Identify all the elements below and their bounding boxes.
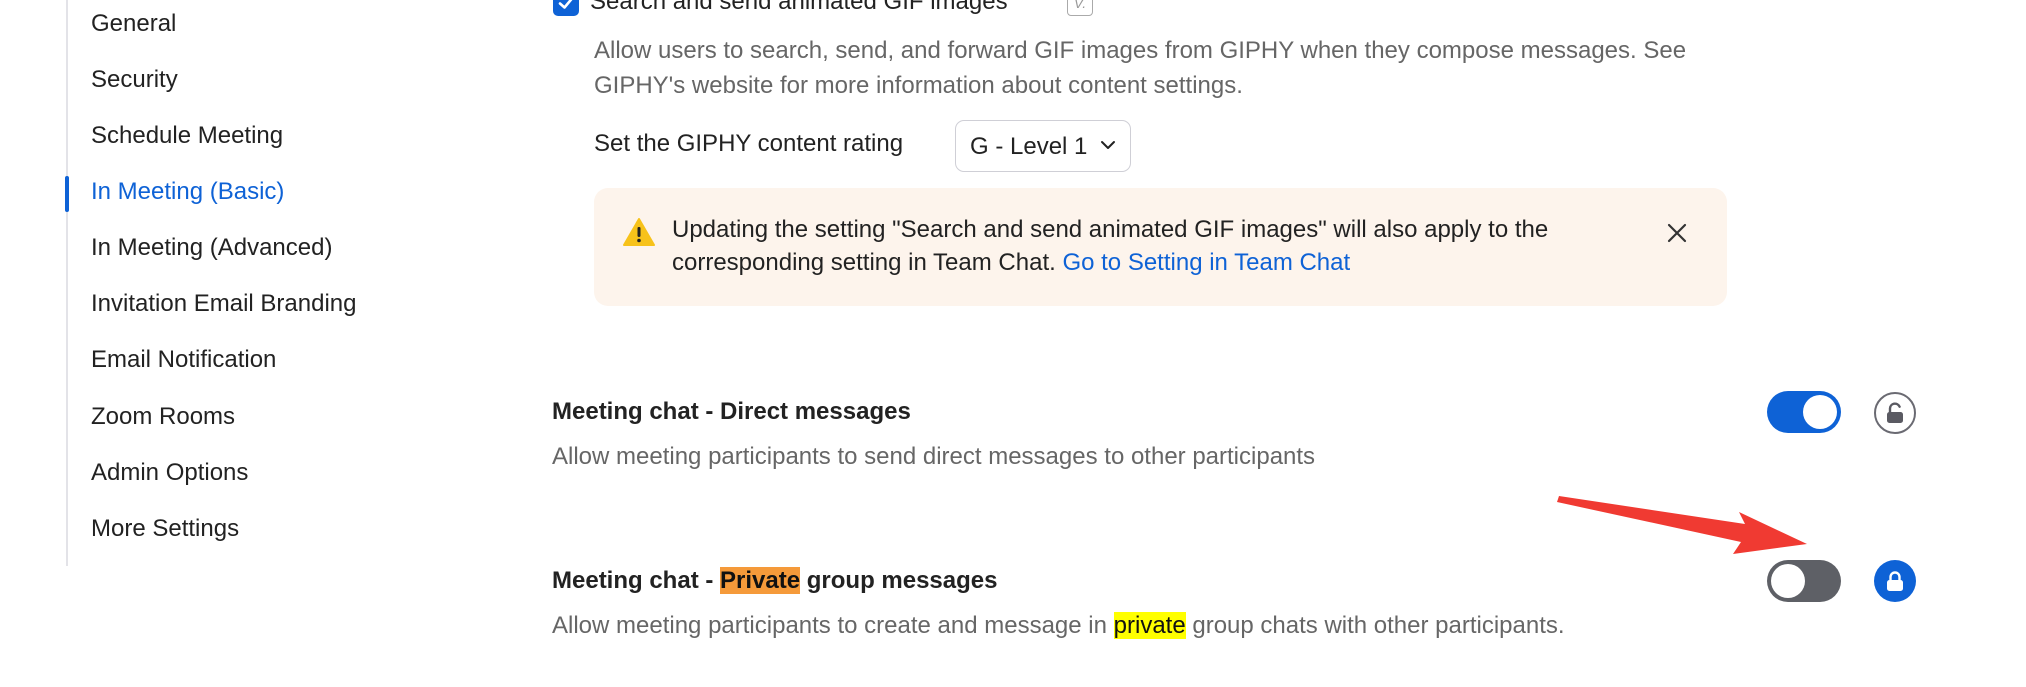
unlock-icon xyxy=(1887,402,1903,423)
sidebar-item-in-meeting-advanced[interactable]: In Meeting (Advanced) xyxy=(91,234,332,262)
chevron-down-icon xyxy=(1101,141,1115,149)
sidebar-item-more-settings[interactable]: More Settings xyxy=(91,515,239,543)
private-group-title-highlight: Private xyxy=(720,567,801,594)
direct-messages-title: Meeting chat - Direct messages xyxy=(552,398,911,425)
notice-text-block: Updating the setting "Search and send an… xyxy=(672,213,1662,279)
toggle-knob xyxy=(1803,395,1837,429)
private-group-description: Allow meeting participants to create and… xyxy=(552,612,1565,640)
sidebar-item-in-meeting-basic[interactable]: In Meeting (Basic) xyxy=(91,178,284,206)
sidebar-active-indicator xyxy=(65,176,69,212)
sidebar-item-general[interactable]: General xyxy=(91,10,176,38)
go-to-team-chat-link[interactable]: Go to Setting in Team Chat xyxy=(1062,249,1350,276)
direct-messages-description: Allow meeting participants to send direc… xyxy=(552,443,1316,470)
giphy-description: Allow users to search, send, and forward… xyxy=(594,37,1687,99)
sidebar-item-email-notification[interactable]: Email Notification xyxy=(91,346,276,374)
warning-triangle-icon xyxy=(623,218,655,246)
private-group-title: Meeting chat - Private group messages xyxy=(552,567,997,595)
lock-icon xyxy=(1887,571,1903,591)
private-group-lock-button[interactable] xyxy=(1874,560,1916,602)
sidebar-item-zoom-rooms[interactable]: Zoom Rooms xyxy=(91,403,235,431)
annotation-arrow-icon xyxy=(1557,496,1807,554)
team-chat-notice: Updating the setting "Search and send an… xyxy=(594,188,1727,306)
sidebar-rail xyxy=(66,0,68,566)
direct-messages-toggle[interactable] xyxy=(1767,391,1841,433)
private-group-desc-suffix: group chats with other participants. xyxy=(1185,612,1565,639)
private-group-desc-prefix: Allow meeting participants to create and… xyxy=(552,612,1114,639)
giphy-rating-select[interactable]: G - Level 1 xyxy=(955,120,1131,172)
giphy-rating-label: Set the GIPHY content rating xyxy=(594,130,904,157)
giphy-checkbox[interactable] xyxy=(553,0,579,16)
sidebar-item-schedule-meeting[interactable]: Schedule Meeting xyxy=(91,122,283,150)
sidebar-item-invitation-email-branding[interactable]: Invitation Email Branding xyxy=(91,290,356,318)
giphy-checkbox-label: Search and send animated GIF images xyxy=(590,0,1008,15)
sidebar-item-admin-options[interactable]: Admin Options xyxy=(91,459,248,487)
close-icon[interactable] xyxy=(1664,220,1690,246)
checkmark-icon xyxy=(558,0,573,9)
sidebar-item-security[interactable]: Security xyxy=(91,66,178,94)
direct-messages-lock-button[interactable] xyxy=(1874,392,1916,434)
private-group-desc-highlight: private xyxy=(1113,612,1186,639)
settings-sidebar: General Security Schedule Meeting In Mee… xyxy=(0,0,420,687)
private-group-title-suffix: group messages xyxy=(800,567,998,594)
variable-tag-icon: V. xyxy=(1067,0,1093,16)
giphy-rating-value: G - Level 1 xyxy=(970,133,1088,160)
private-group-title-prefix: Meeting chat - xyxy=(552,567,721,594)
